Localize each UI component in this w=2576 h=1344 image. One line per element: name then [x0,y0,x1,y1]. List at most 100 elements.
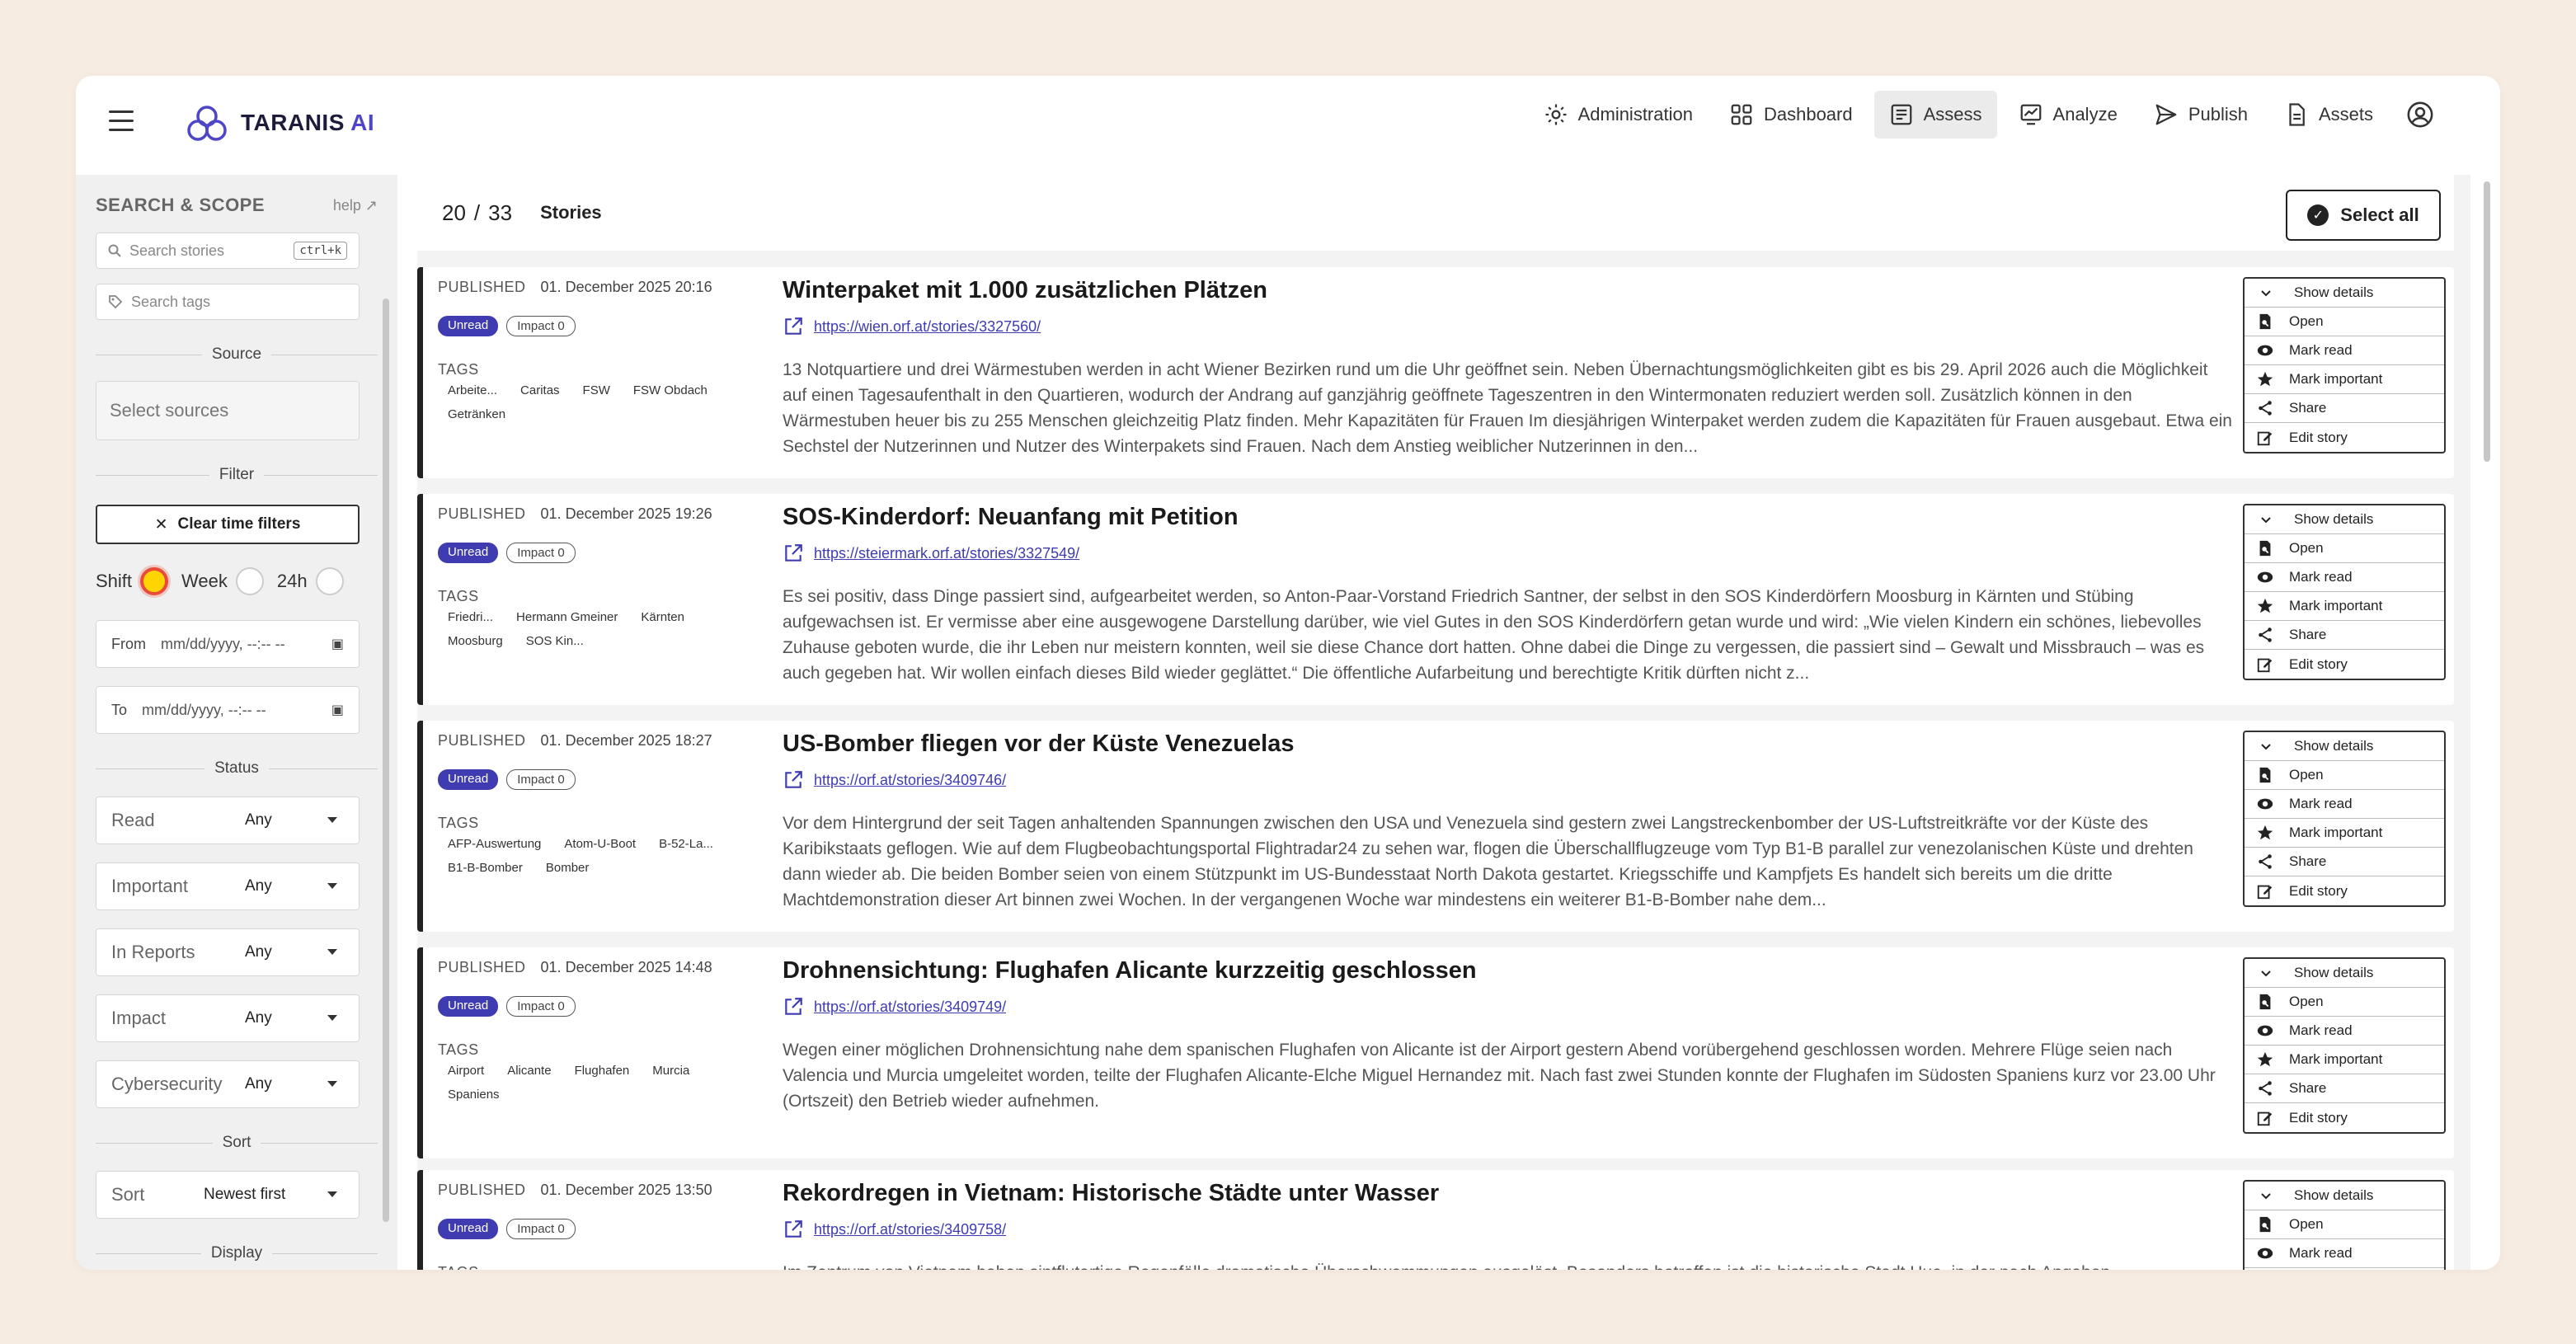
sidebar-scrollbar[interactable] [383,298,389,1222]
nav-publish[interactable]: Publish [2139,91,2263,139]
nav-assets[interactable]: Assets [2269,91,2388,139]
story-title[interactable]: US-Bomber fliegen vor der Küste Venezuel… [783,731,2234,758]
from-date-field[interactable]: From mm/dd/yyyy, --:-- -- ▣ [96,620,360,668]
calendar-icon[interactable]: ▣ [331,702,344,718]
story-card[interactable]: PUBLISHED 01. December 2025 20:16 Unread … [417,267,2454,478]
tag-chip[interactable]: Friedri... [448,610,493,624]
mark-important-button[interactable]: Mark important [2245,1268,2444,1270]
help-link[interactable]: help ↗ [333,197,378,214]
story-title[interactable]: Winterpaket mit 1.000 zusätzlichen Plätz… [783,277,2234,304]
story-url[interactable]: https://wien.orf.at/stories/3327560/ [814,318,1041,336]
tag-chip[interactable]: AFP-Auswertung [448,837,541,851]
range-24h-radio[interactable] [315,567,344,595]
mark-read-button[interactable]: Mark read [2245,336,2444,365]
open-button[interactable]: Open [2245,761,2444,790]
status-filter-cybersecurity[interactable]: Cybersecurity Any [96,1060,360,1108]
edit-story-button[interactable]: Edit story [2245,1103,2444,1132]
tag-chip[interactable]: Murcia [652,1064,689,1078]
show-details-button[interactable]: Show details [2245,279,2444,308]
mark-important-button[interactable]: Mark important [2245,365,2444,394]
story-link[interactable]: https://orf.at/stories/3409746/ [783,769,2234,791]
show-details-button[interactable]: Show details [2245,732,2444,761]
share-button[interactable]: Share [2245,394,2444,423]
status-filter-read[interactable]: Read Any [96,797,360,844]
mark-read-button[interactable]: Mark read [2245,1239,2444,1268]
mark-read-button[interactable]: Mark read [2245,563,2444,592]
nav-assess[interactable]: Assess [1873,91,1997,139]
select-all-button[interactable]: ✓ Select all [2286,190,2441,241]
show-details-button[interactable]: Show details [2245,505,2444,534]
tag-chip[interactable]: SOS Kin... [526,634,584,648]
select-sources-dropdown[interactable]: Select sources [96,381,360,440]
nav-administration[interactable]: Administration [1529,91,1708,139]
clear-time-filters-button[interactable]: ✕ Clear time filters [96,505,360,544]
tag-chip[interactable]: FSW [583,383,610,397]
open-button[interactable]: Open [2245,988,2444,1017]
tag-chip[interactable]: B1-B-Bomber [448,861,523,875]
search-stories-input[interactable]: Search stories ctrl+k [96,233,360,269]
edit-story-button[interactable]: Edit story [2245,650,2444,679]
tag-chip[interactable]: Kärnten [641,610,684,624]
tag-chip[interactable]: FSW Obdach [633,383,707,397]
story-card[interactable]: PUBLISHED 01. December 2025 19:26 Unread … [417,494,2454,705]
calendar-icon[interactable]: ▣ [331,636,344,652]
edit-story-button[interactable]: Edit story [2245,423,2444,452]
story-card[interactable]: PUBLISHED 01. December 2025 14:48 Unread … [417,947,2454,1158]
tag-chip[interactable]: Airport [448,1064,484,1078]
range-week-radio[interactable] [235,567,264,595]
story-link[interactable]: https://orf.at/stories/3409749/ [783,996,2234,1017]
nav-analyze[interactable]: Analyze [2004,91,2132,139]
search-tags-input[interactable]: Search tags [96,284,360,320]
story-title[interactable]: Drohnensichtung: Flughafen Alicante kurz… [783,957,2234,985]
status-filter-in-reports[interactable]: In Reports Any [96,928,360,976]
story-link[interactable]: https://steiermark.orf.at/stories/332754… [783,543,2234,564]
nav-dashboard[interactable]: Dashboard [1714,91,1868,139]
edit-story-button[interactable]: Edit story [2245,876,2444,905]
sort-select[interactable]: Sort Newest first [96,1171,360,1219]
tag-chip[interactable]: Getränken [448,407,505,421]
story-card[interactable]: PUBLISHED 01. December 2025 13:50 Unread … [417,1170,2454,1270]
tag-chip[interactable]: Arbeite... [448,383,497,397]
show-details-button[interactable]: Show details [2245,959,2444,988]
show-details-button[interactable]: Show details [2245,1182,2444,1210]
story-url[interactable]: https://orf.at/stories/3409758/ [814,1221,1006,1238]
main-scrollbar[interactable] [2484,181,2490,462]
status-filter-impact[interactable]: Impact Any [96,994,360,1042]
open-button[interactable]: Open [2245,534,2444,563]
tag-chip[interactable]: Hermann Gmeiner [516,610,618,624]
story-url[interactable]: https://orf.at/stories/3409746/ [814,772,1006,789]
mark-read-button[interactable]: Mark read [2245,1017,2444,1046]
story-url[interactable]: https://steiermark.orf.at/stories/332754… [814,545,1079,562]
status-filter-important[interactable]: Important Any [96,862,360,910]
tag-chip[interactable]: Moosburg [448,634,503,648]
share-button[interactable]: Share [2245,621,2444,650]
share-button[interactable]: Share [2245,1074,2444,1103]
share-button[interactable]: Share [2245,848,2444,876]
story-title[interactable]: SOS-Kinderdorf: Neuanfang mit Petition [783,504,2234,531]
story-card[interactable]: PUBLISHED 01. December 2025 18:27 Unread … [417,721,2454,932]
user-account-icon[interactable] [2406,101,2434,129]
menu-icon[interactable] [109,110,134,135]
tag-chip[interactable]: B-52-La... [659,837,713,851]
mark-important-button[interactable]: Mark important [2245,592,2444,621]
tag-chip[interactable]: Flughafen [575,1064,630,1078]
story-title[interactable]: Rekordregen in Vietnam: Historische Städ… [783,1180,2234,1207]
chevron-down-icon [327,1191,337,1197]
open-button[interactable]: Open [2245,1210,2444,1239]
story-link[interactable]: https://orf.at/stories/3409758/ [783,1219,2234,1240]
tag-chip[interactable]: Bomber [546,861,590,875]
open-button[interactable]: Open [2245,308,2444,336]
tag-chip[interactable]: Atom-U-Boot [564,837,636,851]
tag-chip[interactable]: Caritas [520,383,560,397]
logo[interactable]: TARANIS AI [185,102,374,143]
story-url[interactable]: https://orf.at/stories/3409749/ [814,999,1006,1016]
range-shift-radio[interactable] [140,567,169,595]
external-link-icon: ↗ [364,196,378,214]
tag-chip[interactable]: Alicante [507,1064,551,1078]
to-date-field[interactable]: To mm/dd/yyyy, --:-- -- ▣ [96,686,360,734]
story-link[interactable]: https://wien.orf.at/stories/3327560/ [783,316,2234,337]
mark-important-button[interactable]: Mark important [2245,819,2444,848]
mark-important-button[interactable]: Mark important [2245,1046,2444,1074]
tag-chip[interactable]: Spaniens [448,1088,500,1102]
mark-read-button[interactable]: Mark read [2245,790,2444,819]
